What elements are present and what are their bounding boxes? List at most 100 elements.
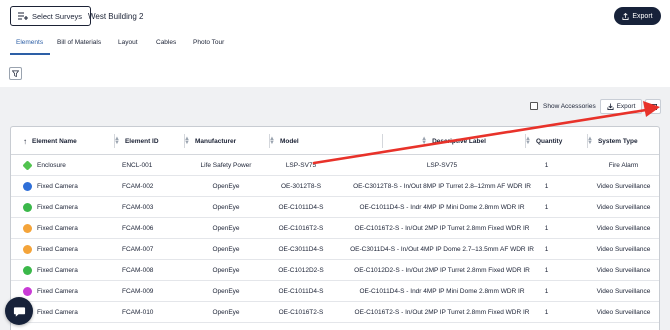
columns-button[interactable] bbox=[645, 99, 661, 114]
system-type-text: Video Surveillance bbox=[596, 246, 651, 253]
show-accessories-toggle[interactable]: Show Accessories bbox=[530, 102, 596, 110]
cell-quantity: 1 bbox=[544, 176, 549, 197]
table-row[interactable]: Fixed Camera FCAM-008 OpenEye OE-C1012D2-S O… bbox=[11, 260, 659, 281]
table-row[interactable]: Enclosure ENCL-001 Life Safety Power LSP-SV… bbox=[11, 155, 659, 176]
elements-table: ↑ Element Name ▲ ▼ Element ID ▲ ▼ Manufacture… bbox=[10, 126, 660, 330]
column-header-label: Manufacturer bbox=[194, 137, 237, 145]
column-header-system-type[interactable]: ▲ ▼ System Type bbox=[587, 127, 638, 155]
column-header-descriptive-label[interactable]: ▲ ▼ Descriptive Label bbox=[382, 127, 525, 155]
export-button[interactable]: Export bbox=[614, 7, 661, 25]
column-header-element-id[interactable]: ▲ ▼ Element ID bbox=[114, 127, 159, 155]
top-bar: Select Surveys West Building 2 Export bbox=[0, 0, 670, 34]
element-name-text: Fixed Camera bbox=[37, 288, 78, 295]
quantity-text: 1 bbox=[544, 225, 549, 232]
system-type-text: Video Surveillance bbox=[596, 204, 651, 211]
tab-bar: Elements Bill of Materials Layout Cables… bbox=[0, 36, 670, 54]
table-export-button[interactable]: Export bbox=[600, 99, 642, 114]
column-header-label: Element Name bbox=[32, 137, 77, 145]
system-type-text: Fire Alarm bbox=[608, 162, 639, 169]
quantity-text: 1 bbox=[544, 183, 549, 190]
cell-quantity: 1 bbox=[545, 197, 549, 218]
table-row[interactable]: Fixed Camera FCAM-010 OpenEye OE-C1016T2-S O… bbox=[11, 302, 659, 323]
cell-element-id: FCAM-008 bbox=[122, 260, 153, 281]
table-header: ↑ Element Name ▲ ▼ Element ID ▲ ▼ Manufacture… bbox=[11, 127, 659, 155]
cell-system-type: Video Surveillance bbox=[586, 197, 659, 218]
manufacturer-text: OpenEye bbox=[212, 225, 240, 232]
column-header-element-name[interactable]: ↑ Element Name bbox=[23, 127, 77, 155]
element-id-text: FCAM-007 bbox=[122, 246, 154, 253]
cell-system-type: Video Surveillance bbox=[586, 260, 659, 281]
element-name-text: Fixed Camera bbox=[37, 183, 78, 190]
cell-manufacturer: OpenEye bbox=[187, 197, 265, 218]
select-surveys-button[interactable]: Select Surveys bbox=[10, 6, 92, 26]
cell-element-id: FCAM-003 bbox=[122, 197, 153, 218]
element-id-text: FCAM-003 bbox=[122, 204, 154, 211]
cell-descriptive-label: OE-C1012D2-S - In/Out 2MP IP Turret 2.8m… bbox=[311, 260, 573, 281]
table-row[interactable]: Fixed Camera FCAM-007 OpenEye OE-C3011D4-S O… bbox=[11, 239, 659, 260]
descriptive-label-text: OE-C1011D4-S - Indr 4MP IP Mini Dome 2.8… bbox=[359, 288, 525, 295]
quantity-text: 1 bbox=[544, 309, 549, 316]
quantity-text: 1 bbox=[544, 288, 549, 295]
cell-descriptive-label: OE-C1011D4-S - Indr 4MP IP Mini Dome 2.8… bbox=[311, 281, 573, 302]
table-row[interactable]: Fixed Camera FCAM-003 OpenEye OE-C1011D4-S O… bbox=[11, 197, 659, 218]
column-header-label: Model bbox=[279, 137, 299, 145]
element-id-text: FCAM-009 bbox=[122, 288, 154, 295]
tab-cables[interactable]: Cables bbox=[156, 39, 176, 46]
active-tab-indicator bbox=[10, 53, 50, 55]
system-type-text: Video Surveillance bbox=[596, 267, 651, 274]
element-name-text: Fixed Camera bbox=[37, 246, 78, 253]
sort-icon: ▲ ▼ bbox=[525, 136, 531, 146]
camera-icon bbox=[23, 203, 32, 212]
cell-element-id: FCAM-002 bbox=[122, 176, 153, 197]
cell-manufacturer: OpenEye bbox=[187, 218, 265, 239]
cell-system-type: Video Surveillance bbox=[586, 239, 659, 260]
export-label: Export bbox=[632, 12, 653, 20]
element-name-text: Fixed Camera bbox=[37, 225, 78, 232]
tab-elements[interactable]: Elements bbox=[16, 39, 43, 46]
tab-photo-tour[interactable]: Photo Tour bbox=[193, 39, 224, 46]
cell-element-id: FCAM-009 bbox=[122, 281, 153, 302]
cell-manufacturer: OpenEye bbox=[187, 176, 265, 197]
column-header-manufacturer[interactable]: ▲ ▼ Manufacturer bbox=[184, 127, 236, 155]
table-row[interactable]: Fixed Camera FCAM-009 OpenEye OE-C1011D4-S O… bbox=[11, 281, 659, 302]
column-header-label: Element ID bbox=[124, 137, 159, 145]
quantity-text: 1 bbox=[544, 267, 549, 274]
column-header-quantity[interactable]: ▲ ▼ Quantity bbox=[525, 127, 562, 155]
filter-button[interactable] bbox=[9, 67, 22, 80]
cell-system-type: Video Surveillance bbox=[586, 218, 659, 239]
cell-element-name: Fixed Camera bbox=[23, 197, 78, 218]
descriptive-label-text: OE-C1016T2-S - In/Out 2MP IP Turret 2.8m… bbox=[354, 309, 530, 316]
cell-descriptive-label: OE-C3012T8-S - In/Out 8MP IP Turret 2.8–… bbox=[311, 176, 573, 197]
cell-manufacturer: OpenEye bbox=[187, 302, 265, 323]
tab-layout[interactable]: Layout bbox=[118, 39, 138, 46]
cell-element-name: Fixed Camera bbox=[23, 218, 78, 239]
cell-quantity: 1 bbox=[544, 302, 549, 323]
sort-icon: ▲ ▼ bbox=[184, 136, 190, 146]
sort-icon: ▲ ▼ bbox=[587, 136, 593, 146]
descriptive-label-text: OE-C1016T2-S - In/Out 2MP IP Turret 2.8m… bbox=[354, 225, 530, 232]
tab-bill-of-materials[interactable]: Bill of Materials bbox=[57, 39, 101, 46]
cell-element-id: ENCL-001 bbox=[122, 155, 152, 176]
cell-quantity: 1 bbox=[544, 260, 549, 281]
show-accessories-checkbox[interactable] bbox=[530, 102, 538, 110]
system-type-text: Video Surveillance bbox=[596, 288, 651, 295]
export-icon bbox=[622, 12, 629, 20]
table-row[interactable]: Fixed Camera FCAM-006 OpenEye OE-C1016T2-S O… bbox=[11, 218, 659, 239]
descriptive-label-text: OE-C3011D4-S - In/Out 4MP IP Dome 2.7–13… bbox=[350, 246, 534, 253]
column-header-model[interactable]: ▲ ▼ Model bbox=[269, 127, 299, 155]
cell-element-name: Enclosure bbox=[22, 155, 66, 176]
cell-element-name: Fixed Camera bbox=[23, 281, 78, 302]
chat-support-button[interactable] bbox=[5, 297, 33, 325]
element-name-text: Fixed Camera bbox=[37, 267, 78, 274]
element-id-text: FCAM-002 bbox=[122, 183, 154, 190]
cell-manufacturer: OpenEye bbox=[187, 281, 265, 302]
cell-system-type: Video Surveillance bbox=[586, 302, 659, 323]
table-export-label: Export bbox=[616, 103, 636, 110]
column-header-label: System Type bbox=[597, 137, 638, 145]
cell-system-type: Fire Alarm bbox=[586, 155, 659, 176]
table-row[interactable]: Fixed Camera FCAM-002 OpenEye OE-3012T8-S OE… bbox=[11, 176, 659, 197]
chat-icon bbox=[13, 306, 25, 317]
cell-quantity: 1 bbox=[545, 155, 549, 176]
manufacturer-text: OpenEye bbox=[212, 288, 240, 295]
manufacturer-text: OpenEye bbox=[212, 267, 240, 274]
